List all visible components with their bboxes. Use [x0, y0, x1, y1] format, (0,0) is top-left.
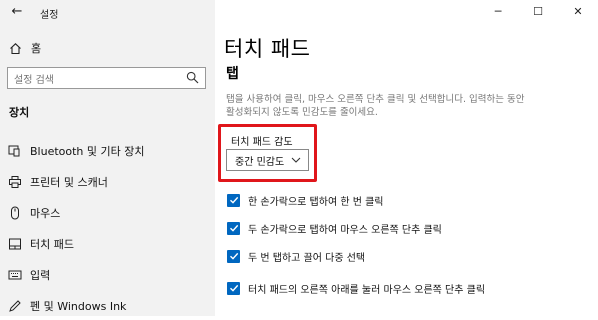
sensitivity-label: 터치 패드 감도 — [231, 137, 293, 148]
search-box[interactable] — [7, 67, 206, 91]
section-title-tap: 탭 — [226, 66, 239, 82]
section-label-devices: 장치 — [9, 106, 30, 119]
touchpad-icon — [8, 237, 22, 251]
sidebar-item-mouse[interactable]: 마우스 — [0, 199, 215, 227]
sidebar-item-printers[interactable]: 프린터 및 스캐너 — [0, 168, 215, 196]
checkbox-label: 두 손가락으로 탭하여 마우스 오른쪽 단추 클릭 — [248, 224, 442, 236]
sidebar-item-label: 입력 — [30, 269, 51, 282]
sensitivity-dropdown[interactable]: 중간 민감도 — [226, 149, 309, 171]
keyboard-icon — [8, 268, 22, 282]
checkmark-icon — [229, 196, 238, 204]
pen-icon — [8, 299, 22, 313]
window-controls: ─ ☐ ✕ — [478, 0, 598, 24]
checkbox-label: 두 번 탭하고 끌어 다중 선택 — [248, 252, 366, 264]
checkbox-row[interactable]: 한 손가락으로 탭하여 한 번 클릭 — [227, 191, 384, 209]
sidebar: ← 설정 홈 장치 Bluetooth 및 기타 장치 — [0, 0, 215, 316]
checkbox-row[interactable]: 두 번 탭하고 끌어 다중 선택 — [227, 247, 365, 265]
checkbox-checked[interactable] — [227, 249, 240, 263]
page-title: 터치 패드 — [224, 37, 311, 61]
sensitivity-value: 중간 민감도 — [235, 156, 285, 168]
main-content: ─ ☐ ✕ 터치 패드 탭 탭을 사용하여 클릭, 마우스 오른쪽 단추 클릭 … — [215, 0, 598, 316]
app-title: 설정 — [40, 10, 59, 21]
sidebar-item-home[interactable]: 홈 — [9, 40, 41, 56]
home-icon — [10, 42, 21, 54]
sidebar-item-touchpad[interactable]: 터치 패드 — [0, 230, 215, 258]
checkbox-label: 터치 패드의 오른쪽 아래를 눌러 마우스 오른쪽 단추 클릭 — [248, 284, 486, 296]
close-icon[interactable]: ✕ — [558, 0, 598, 22]
maximize-icon[interactable]: ☐ — [518, 0, 558, 22]
sidebar-item-bluetooth[interactable]: Bluetooth 및 기타 장치 — [0, 137, 215, 165]
mouse-icon — [8, 206, 22, 220]
bluetooth-devices-icon — [8, 144, 22, 158]
sidebar-item-label: 터치 패드 — [30, 238, 74, 251]
section-description: 탭을 사용하여 클릭, 마우스 오른쪽 단추 클릭 및 선택합니다. 입력하는 … — [226, 94, 525, 118]
printer-icon — [8, 175, 22, 189]
search-icon[interactable] — [186, 71, 199, 84]
titlebar: ← 설정 — [0, 0, 215, 24]
checkmark-icon — [229, 284, 238, 292]
checkbox-checked[interactable] — [227, 221, 240, 235]
back-arrow-icon[interactable]: ← — [9, 4, 25, 20]
checkmark-icon — [229, 252, 238, 260]
chevron-down-icon — [291, 157, 301, 163]
sidebar-item-label: Bluetooth 및 기타 장치 — [30, 145, 145, 158]
search-input[interactable] — [8, 70, 184, 91]
checkbox-checked[interactable] — [227, 281, 240, 295]
sidebar-item-label: 프린터 및 스캐너 — [30, 176, 108, 189]
checkbox-checked[interactable] — [227, 193, 240, 207]
checkbox-row[interactable]: 두 손가락으로 탭하여 마우스 오른쪽 단추 클릭 — [227, 219, 442, 237]
checkbox-row[interactable]: 터치 패드의 오른쪽 아래를 눌러 마우스 오른쪽 단추 클릭 — [227, 279, 485, 297]
minimize-icon[interactable]: ─ — [478, 0, 518, 22]
sidebar-item-label: 펜 및 Windows Ink — [30, 300, 127, 313]
sidebar-item-typing[interactable]: 입력 — [0, 261, 215, 289]
checkbox-label: 한 손가락으로 탭하여 한 번 클릭 — [248, 196, 384, 208]
sidebar-item-label: 마우스 — [30, 207, 61, 220]
checkmark-icon — [229, 224, 238, 232]
home-label: 홈 — [31, 42, 42, 55]
